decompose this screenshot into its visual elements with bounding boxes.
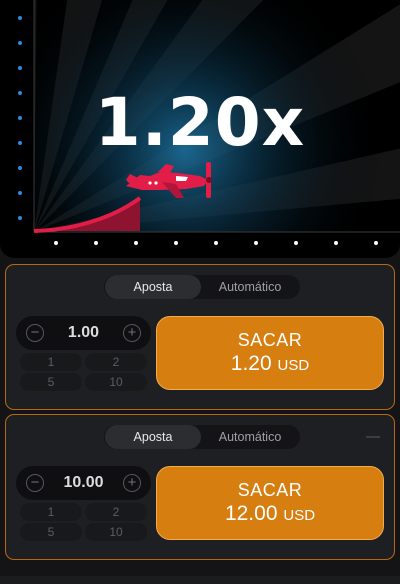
bet-amount-value[interactable]: 1.00 bbox=[46, 316, 121, 350]
bet-mode-tabs: Aposta Automático bbox=[104, 275, 300, 299]
quick-amount-5[interactable]: 5 bbox=[20, 523, 82, 541]
increase-icon[interactable]: + bbox=[123, 474, 141, 492]
bet-panel-2: Aposta Automático − 10.00 + 1 2 5 10 SAC… bbox=[5, 414, 395, 560]
quick-amount-2[interactable]: 2 bbox=[85, 503, 147, 521]
bet-mode-tabs: Aposta Automático bbox=[104, 425, 300, 449]
quick-amount-10[interactable]: 10 bbox=[85, 373, 147, 391]
bet-amount-stepper: − 1.00 + bbox=[16, 316, 151, 350]
cashout-value: 12.00 bbox=[224, 502, 278, 525]
cashout-button[interactable]: SACAR 1.20 USD bbox=[156, 316, 384, 390]
quick-amount-5[interactable]: 5 bbox=[20, 373, 82, 391]
cashout-button[interactable]: SACAR 12.00 USD bbox=[156, 466, 384, 540]
increase-icon[interactable]: + bbox=[123, 324, 141, 342]
quick-amount-2[interactable]: 2 bbox=[85, 353, 147, 371]
bet-amount-value[interactable]: 10.00 bbox=[46, 466, 121, 500]
tab-auto[interactable]: Automático bbox=[202, 275, 298, 299]
cashout-label: SACAR bbox=[237, 330, 303, 350]
bet-panel-1: Aposta Automático − 1.00 + 1 2 5 10 SACA… bbox=[5, 264, 395, 410]
cashout-currency: USD bbox=[283, 507, 316, 524]
cashout-amount: 1.20 USD bbox=[157, 352, 383, 376]
tab-auto[interactable]: Automático bbox=[202, 425, 298, 449]
decrease-icon[interactable]: − bbox=[26, 324, 44, 342]
bet-amount-stepper: − 10.00 + bbox=[16, 466, 151, 500]
quick-amount-1[interactable]: 1 bbox=[20, 353, 82, 371]
quick-amount-10[interactable]: 10 bbox=[85, 523, 147, 541]
bottom-strip bbox=[0, 576, 400, 584]
tab-bet[interactable]: Aposta bbox=[105, 425, 201, 449]
quick-amount-1[interactable]: 1 bbox=[20, 503, 82, 521]
x-axis-dots bbox=[54, 241, 378, 245]
tab-bet[interactable]: Aposta bbox=[105, 275, 201, 299]
cashout-label: SACAR bbox=[237, 480, 303, 500]
remove-panel-icon[interactable] bbox=[366, 436, 380, 438]
decrease-icon[interactable]: − bbox=[26, 474, 44, 492]
cashout-amount: 12.00 USD bbox=[157, 502, 383, 526]
multiplier-display: 1.20x bbox=[94, 84, 306, 161]
cashout-currency: USD bbox=[277, 357, 310, 374]
game-canvas: 1.20x bbox=[0, 0, 400, 258]
cashout-value: 1.20 bbox=[230, 352, 272, 375]
